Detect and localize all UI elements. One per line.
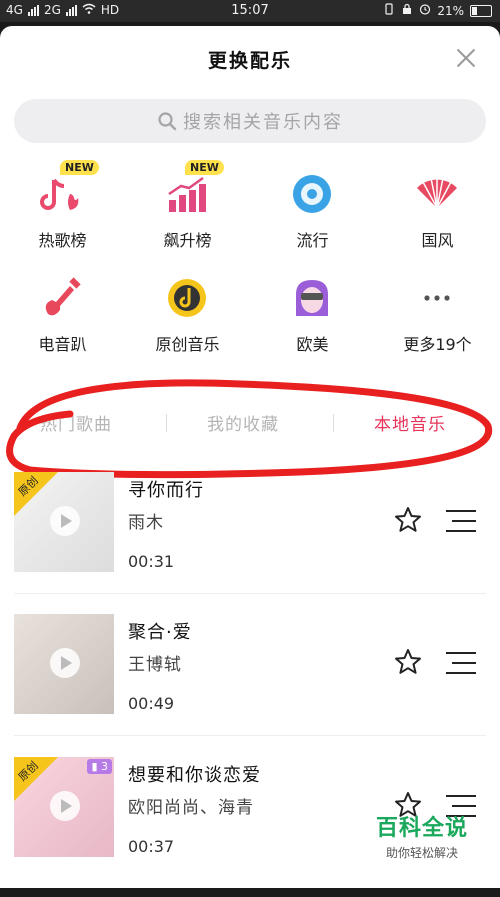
- watermark-subtitle: 助你轻松解决: [385, 846, 458, 860]
- music-picker-sheet: 更换配乐 搜索相关音乐内容 NEW 热歌榜 NEW 飙升榜 流行 国风 电音趴 …: [0, 26, 500, 888]
- menu-icon[interactable]: [446, 652, 476, 674]
- song-duration: 00:37: [128, 837, 175, 856]
- song-row[interactable]: 原创 寻你而行 雨木 00:31: [0, 472, 500, 612]
- new-badge: NEW: [185, 160, 224, 175]
- song-name: 想要和你谈恋爱: [128, 765, 261, 786]
- category-rising-chart[interactable]: NEW 飙升榜: [125, 160, 250, 272]
- alarm-icon: [419, 3, 431, 18]
- song-row[interactable]: 聚合·爱 王博轼 00:49: [0, 614, 500, 754]
- battery-icon: [470, 4, 492, 17]
- menu-icon[interactable]: [446, 510, 476, 532]
- pop-disc-icon: [293, 175, 331, 213]
- category-label: 热歌榜: [38, 231, 87, 250]
- category-label: 飙升榜: [163, 231, 212, 250]
- song-artist: 雨木: [128, 513, 164, 533]
- category-label: 国风: [421, 231, 454, 250]
- song-name: 寻你而行: [128, 480, 204, 501]
- page-title: 更换配乐: [207, 50, 292, 72]
- play-count-badge: ▮ 3: [87, 759, 112, 774]
- category-label: 流行: [296, 231, 329, 250]
- category-label: 更多19个: [403, 335, 472, 354]
- watermark-title: 百科全说: [375, 816, 468, 841]
- song-artist: 王博轼: [128, 655, 182, 675]
- western-face-icon: [296, 280, 328, 316]
- category-guofeng[interactable]: 国风: [375, 172, 500, 272]
- category-original[interactable]: 原创音乐: [125, 276, 250, 376]
- song-cover[interactable]: [14, 614, 114, 714]
- category-western[interactable]: 欧美: [250, 276, 375, 376]
- battery-percent: 21%: [437, 3, 464, 18]
- electric-guitar-icon: [45, 277, 81, 316]
- category-label: 欧美: [296, 335, 329, 354]
- search-icon: [158, 112, 177, 131]
- category-more[interactable]: 更多19个: [375, 276, 500, 376]
- song-duration: 00:49: [128, 694, 175, 713]
- search-placeholder: 搜索相关音乐内容: [183, 112, 343, 133]
- close-icon[interactable]: [454, 46, 478, 70]
- lock-icon: [401, 3, 413, 18]
- rising-chart-icon: [168, 176, 206, 212]
- new-badge: NEW: [60, 160, 99, 175]
- song-name: 聚合·爱: [128, 622, 192, 643]
- play-icon[interactable]: [50, 648, 80, 678]
- vibrate-icon: [383, 3, 395, 18]
- divider: [14, 593, 486, 594]
- more-dots-icon: [424, 295, 450, 301]
- original-music-icon: [168, 279, 206, 317]
- category-label: 原创音乐: [155, 335, 220, 354]
- star-icon[interactable]: [394, 506, 422, 534]
- category-pop[interactable]: 流行: [250, 172, 375, 272]
- hot-chart-icon: [40, 178, 79, 210]
- search-input[interactable]: 搜索相关音乐内容: [14, 99, 486, 143]
- song-cover[interactable]: 原创: [14, 472, 114, 572]
- category-label: 电音趴: [38, 335, 87, 354]
- watermark: 百科全说 助你轻松解决: [352, 810, 492, 870]
- star-icon[interactable]: [394, 648, 422, 676]
- category-electronic[interactable]: 电音趴: [0, 276, 125, 376]
- play-count: 3: [101, 760, 108, 773]
- song-cover[interactable]: 原创 ▮ 3: [14, 757, 114, 857]
- status-bar: 4G 2G HD 15:07 21%: [0, 0, 500, 22]
- divider: [14, 735, 486, 736]
- category-hot-chart[interactable]: NEW 热歌榜: [0, 160, 125, 272]
- song-artist: 欧阳尚尚、海青: [128, 798, 254, 818]
- fan-icon: [417, 177, 457, 209]
- song-duration: 00:31: [128, 552, 175, 571]
